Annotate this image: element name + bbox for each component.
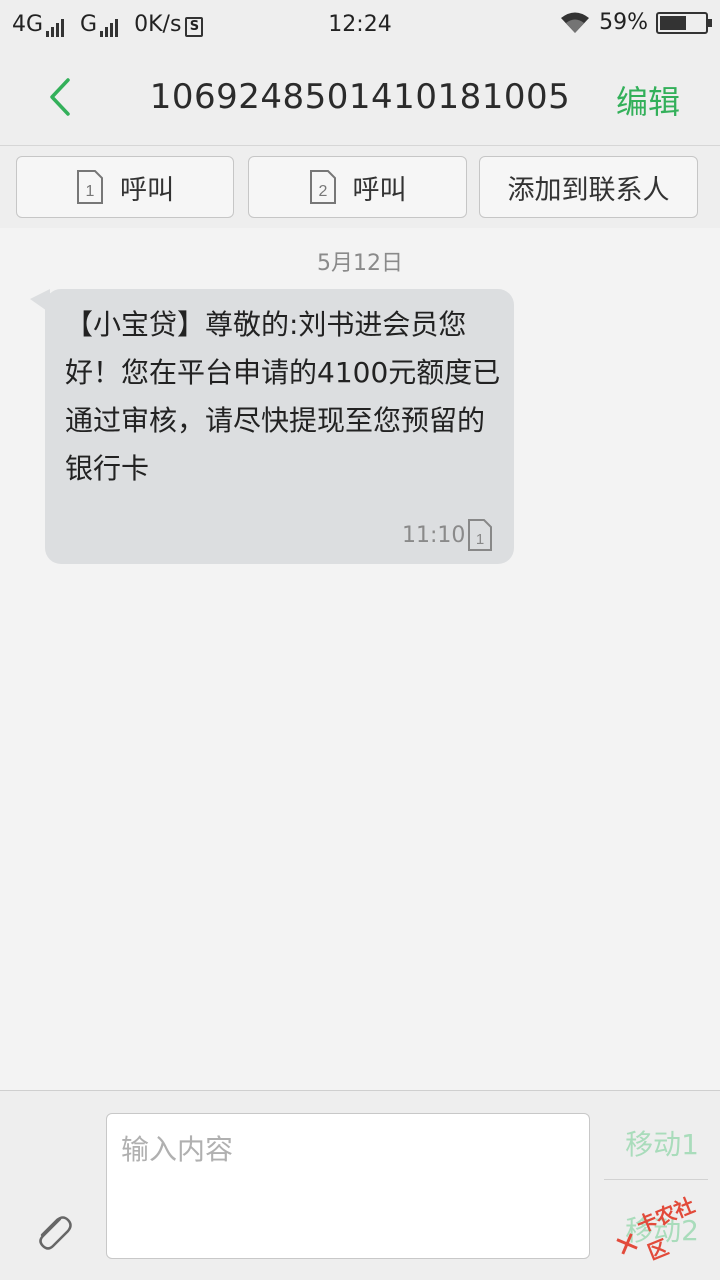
action-bar: 1 呼叫 2 呼叫 添加到联系人: [0, 146, 720, 228]
battery-icon: [656, 11, 712, 34]
sim-number: 1: [476, 531, 484, 548]
add-to-contacts-button[interactable]: 添加到联系人: [479, 156, 698, 218]
call-label: 呼叫: [352, 174, 407, 206]
message-input[interactable]: 输入内容: [106, 1113, 590, 1259]
sim-card-icon: 2: [309, 170, 336, 204]
send-sim1-button[interactable]: 移动1: [604, 1111, 720, 1179]
composer-bar: 输入内容 移动1 移动2: [0, 1090, 720, 1280]
wifi-icon: [561, 12, 590, 33]
status-bar: 4G G 0K/s S 12:24 59%: [0, 0, 720, 50]
contact-number-title: 1069248501410181005: [149, 77, 571, 117]
status-right: 59%: [559, 10, 712, 35]
call-sim1-button[interactable]: 1 呼叫: [16, 156, 234, 218]
battery-level: [660, 15, 686, 30]
message-text: 【小宝贷】尊敬的:刘书进会员您好！您在平台申请的4100元额度已通过审核，请尽快…: [65, 308, 501, 485]
date-separator: 5月12日: [317, 251, 403, 276]
edit-button[interactable]: 编辑: [616, 77, 680, 123]
sms-conversation-screen: 4G G 0K/s S 12:24 59% 106924850141018100…: [0, 0, 720, 1280]
message-input-placeholder: 输入内容: [121, 1133, 234, 1166]
sim-card-icon: 1: [468, 519, 492, 551]
sim-number: 2: [318, 183, 327, 200]
sim-number: 1: [86, 183, 95, 200]
call-sim2-button[interactable]: 2 呼叫: [248, 156, 467, 218]
conversation-header: 1069248501410181005 编辑: [0, 50, 720, 146]
paperclip-icon[interactable]: [30, 1209, 76, 1255]
message-bubble[interactable]: 【小宝贷】尊敬的:刘书进会员您好！您在平台申请的4100元额度已通过审核，请尽快…: [45, 289, 514, 564]
call-label: 呼叫: [120, 174, 174, 206]
message-time: 11:10: [402, 523, 466, 548]
battery-percent: 59%: [599, 10, 648, 35]
sim-card-icon: 1: [77, 170, 103, 204]
